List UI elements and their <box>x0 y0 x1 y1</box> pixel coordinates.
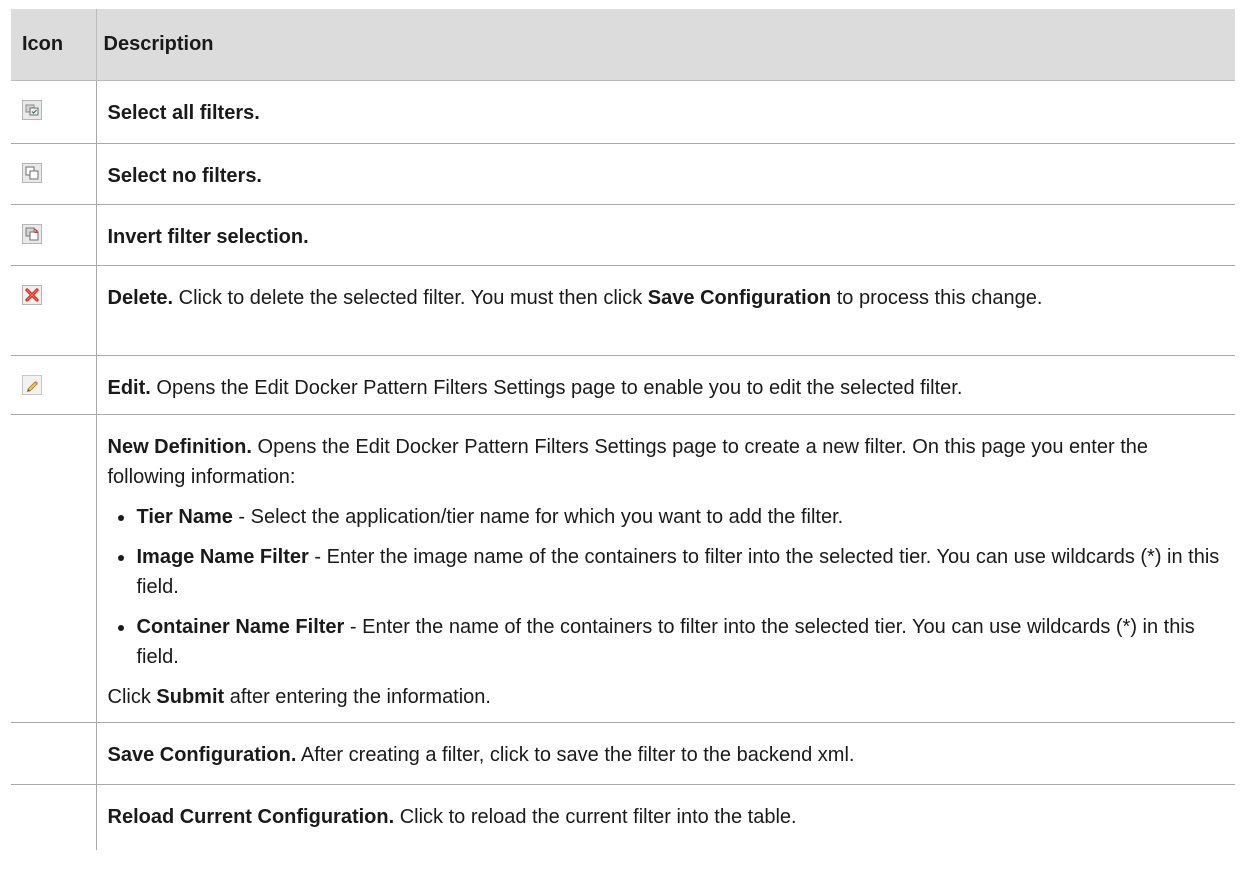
table-row: Save Configuration. After creating a fil… <box>11 721 1235 785</box>
row-text: after entering the information. <box>224 685 491 708</box>
icon-cell <box>11 142 97 205</box>
field-term: Container Name Filter <box>136 615 345 638</box>
row-text: Opens the Edit Docker Pattern Filters Se… <box>107 435 1149 488</box>
row-title: Reload Current Configuration. <box>107 805 395 828</box>
row-text: After creating a filter, click to save t… <box>296 743 855 766</box>
icon-cell <box>11 203 97 266</box>
table-row: Select no filters. <box>11 142 1235 205</box>
row-title: Select no filters. <box>107 164 263 187</box>
list-item: Tier Name - Select the application/tier … <box>108 502 1222 532</box>
icon-cell <box>11 783 97 850</box>
icon-cell <box>11 721 97 785</box>
description-cell: Save Configuration. After creating a fil… <box>95 721 1235 785</box>
icon-column-header: Icon <box>11 9 97 81</box>
description-cell: New Definition. Opens the Edit Docker Pa… <box>95 413 1235 723</box>
delete-icon[interactable] <box>22 284 42 305</box>
row-text: Click to delete the selected filter. You… <box>173 286 648 309</box>
field-term: Image Name Filter <box>136 545 309 568</box>
row-text: Click <box>107 685 157 708</box>
icon-description-table: Icon Description Select all filters. Sel… <box>11 9 1235 850</box>
field-term: Tier Name <box>136 505 233 528</box>
row-title: New Definition. <box>107 435 252 458</box>
icon-cell <box>11 264 97 356</box>
description-cell: Edit. Opens the Edit Docker Pattern Filt… <box>95 354 1235 415</box>
list-item: Container Name Filter - Enter the name o… <box>108 612 1222 672</box>
invert-filter-selection-icon[interactable] <box>22 223 42 244</box>
table-row: Edit. Opens the Edit Docker Pattern Filt… <box>11 354 1235 415</box>
list-item: Image Name Filter - Enter the image name… <box>108 542 1222 602</box>
table-row: Delete. Click to delete the selected fil… <box>11 264 1235 356</box>
row-title: Delete. <box>107 286 174 309</box>
save-configuration-ref: Save Configuration <box>647 286 832 309</box>
description-column-header: Description <box>95 9 1235 81</box>
table-row: Reload Current Configuration. Click to r… <box>11 783 1235 850</box>
row-paragraph: New Definition. Opens the Edit Docker Pa… <box>108 432 1222 492</box>
field-list: Tier Name - Select the application/tier … <box>108 502 1222 672</box>
select-no-filters-icon[interactable] <box>22 162 42 183</box>
icon-cell <box>11 354 97 415</box>
row-text: Opens the Edit Docker Pattern Filters Se… <box>150 376 963 399</box>
submit-ref: Submit <box>156 685 225 708</box>
edit-pencil-icon[interactable] <box>22 374 42 395</box>
table-header-row: Icon Description <box>11 9 1235 81</box>
row-text: to process this change. <box>831 286 1043 309</box>
table-row: Invert filter selection. <box>11 203 1235 266</box>
row-title: Save Configuration. <box>107 743 297 766</box>
icon-cell <box>11 413 97 723</box>
table-row: New Definition. Opens the Edit Docker Pa… <box>11 413 1235 723</box>
table-row: Select all filters. <box>11 79 1235 144</box>
description-cell: Reload Current Configuration. Click to r… <box>95 783 1235 850</box>
row-title: Select all filters. <box>107 101 260 124</box>
description-cell: Select all filters. <box>95 79 1235 144</box>
field-text: - Select the application/tier name for w… <box>232 505 844 528</box>
description-cell: Invert filter selection. <box>95 203 1235 266</box>
description-cell: Delete. Click to delete the selected fil… <box>95 264 1235 356</box>
description-cell: Select no filters. <box>95 142 1235 205</box>
row-title: Invert filter selection. <box>107 225 309 248</box>
row-title: Edit. <box>107 376 151 399</box>
row-paragraph: Click Submit after entering the informat… <box>108 682 1222 712</box>
icon-cell <box>11 79 97 144</box>
row-text: Click to reload the current filter into … <box>394 805 797 828</box>
select-all-filters-icon[interactable] <box>22 99 42 120</box>
